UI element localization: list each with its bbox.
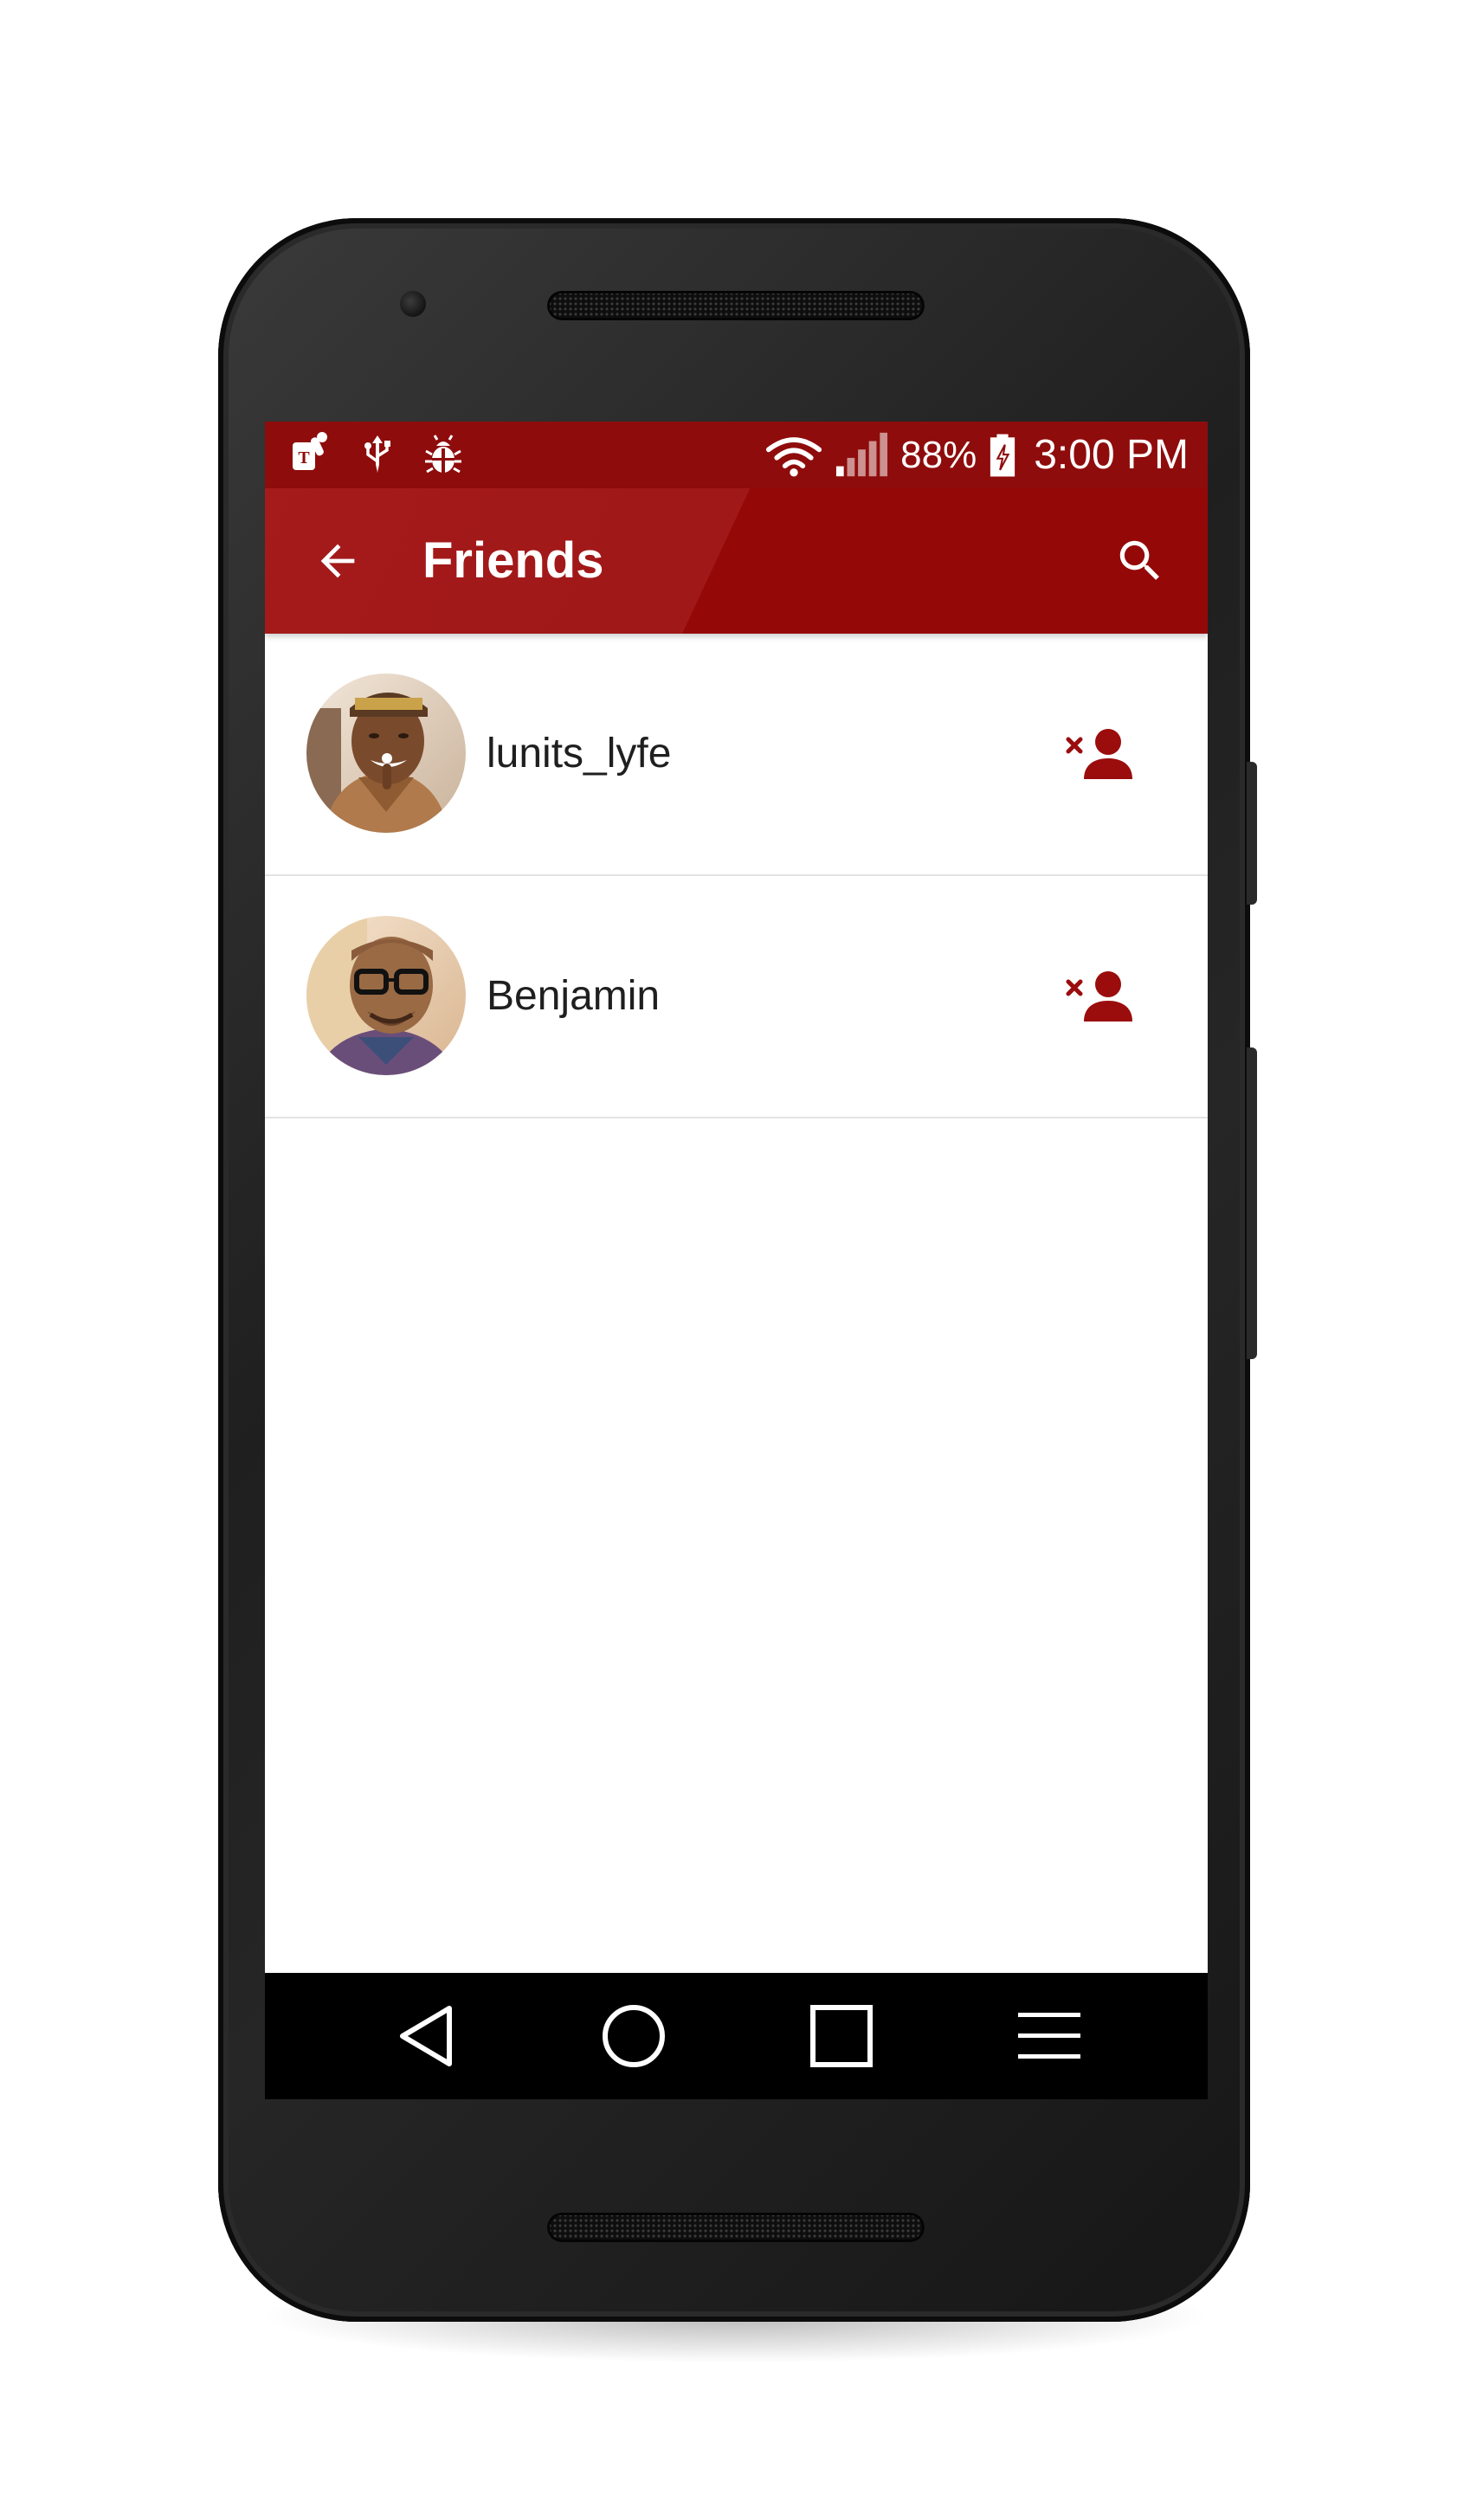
toolbar: Friends <box>265 488 1208 634</box>
debug-bug-icon <box>425 435 461 474</box>
device-mockup: T 88% 3:00 PM Friends lunits_lyfe Benjam… <box>0 0 1470 2520</box>
list-item[interactable]: lunits_lyfe <box>265 634 1208 876</box>
usb-icon <box>364 435 390 474</box>
remove-friend-icon <box>1066 729 1132 779</box>
search-button[interactable] <box>1106 526 1175 596</box>
status-notification-icons: T <box>291 432 464 477</box>
friend-name: lunits_lyfe <box>487 731 672 777</box>
page-title: Friends <box>422 532 604 589</box>
phone-screen: T 88% 3:00 PM Friends lunits_lyfe Benjam… <box>265 422 1208 2099</box>
nav-home-button[interactable] <box>599 2001 668 2071</box>
battery-charging-icon <box>990 434 1015 476</box>
battery-percent: 88% <box>900 434 977 476</box>
bottom-speaker <box>547 2213 925 2242</box>
nav-menu-button[interactable] <box>1015 2001 1084 2071</box>
clock: 3:00 PM <box>1034 432 1189 478</box>
profile-photo <box>306 674 466 833</box>
status-bar: T 88% 3:00 PM <box>265 422 1208 488</box>
nav-recents-button[interactable] <box>807 2001 876 2071</box>
svg-text:T: T <box>298 448 310 467</box>
wifi-icon <box>766 436 822 477</box>
status-system-indicators: 88% 3:00 PM <box>765 422 1189 488</box>
nav-back-button[interactable] <box>391 2001 461 2071</box>
list-item[interactable]: Benjamin <box>265 876 1208 1118</box>
recents-square-icon <box>810 2005 873 2067</box>
friend-list: lunits_lyfe Benjamin <box>265 634 1208 1118</box>
tmobile-notification-icon: T <box>293 432 327 470</box>
avatar <box>306 916 466 1075</box>
home-circle-icon <box>603 2005 665 2067</box>
friend-name: Benjamin <box>487 973 661 1019</box>
back-button[interactable] <box>303 526 372 596</box>
avatar <box>306 674 466 833</box>
remove-friend-icon <box>1066 971 1132 1022</box>
power-button <box>1247 762 1257 905</box>
menu-icon <box>1018 2013 1080 2059</box>
earpiece-speaker <box>547 291 925 320</box>
front-camera <box>400 291 426 317</box>
volume-button <box>1247 1047 1257 1359</box>
arrow-back-icon <box>320 544 355 578</box>
remove-friend-button[interactable] <box>1064 719 1138 789</box>
cell-signal-icon <box>836 432 888 476</box>
profile-photo <box>306 916 466 1075</box>
remove-friend-button[interactable] <box>1064 962 1138 1031</box>
back-triangle-icon <box>400 2006 452 2066</box>
navigation-bar <box>265 1973 1208 2099</box>
search-icon <box>1119 540 1159 580</box>
